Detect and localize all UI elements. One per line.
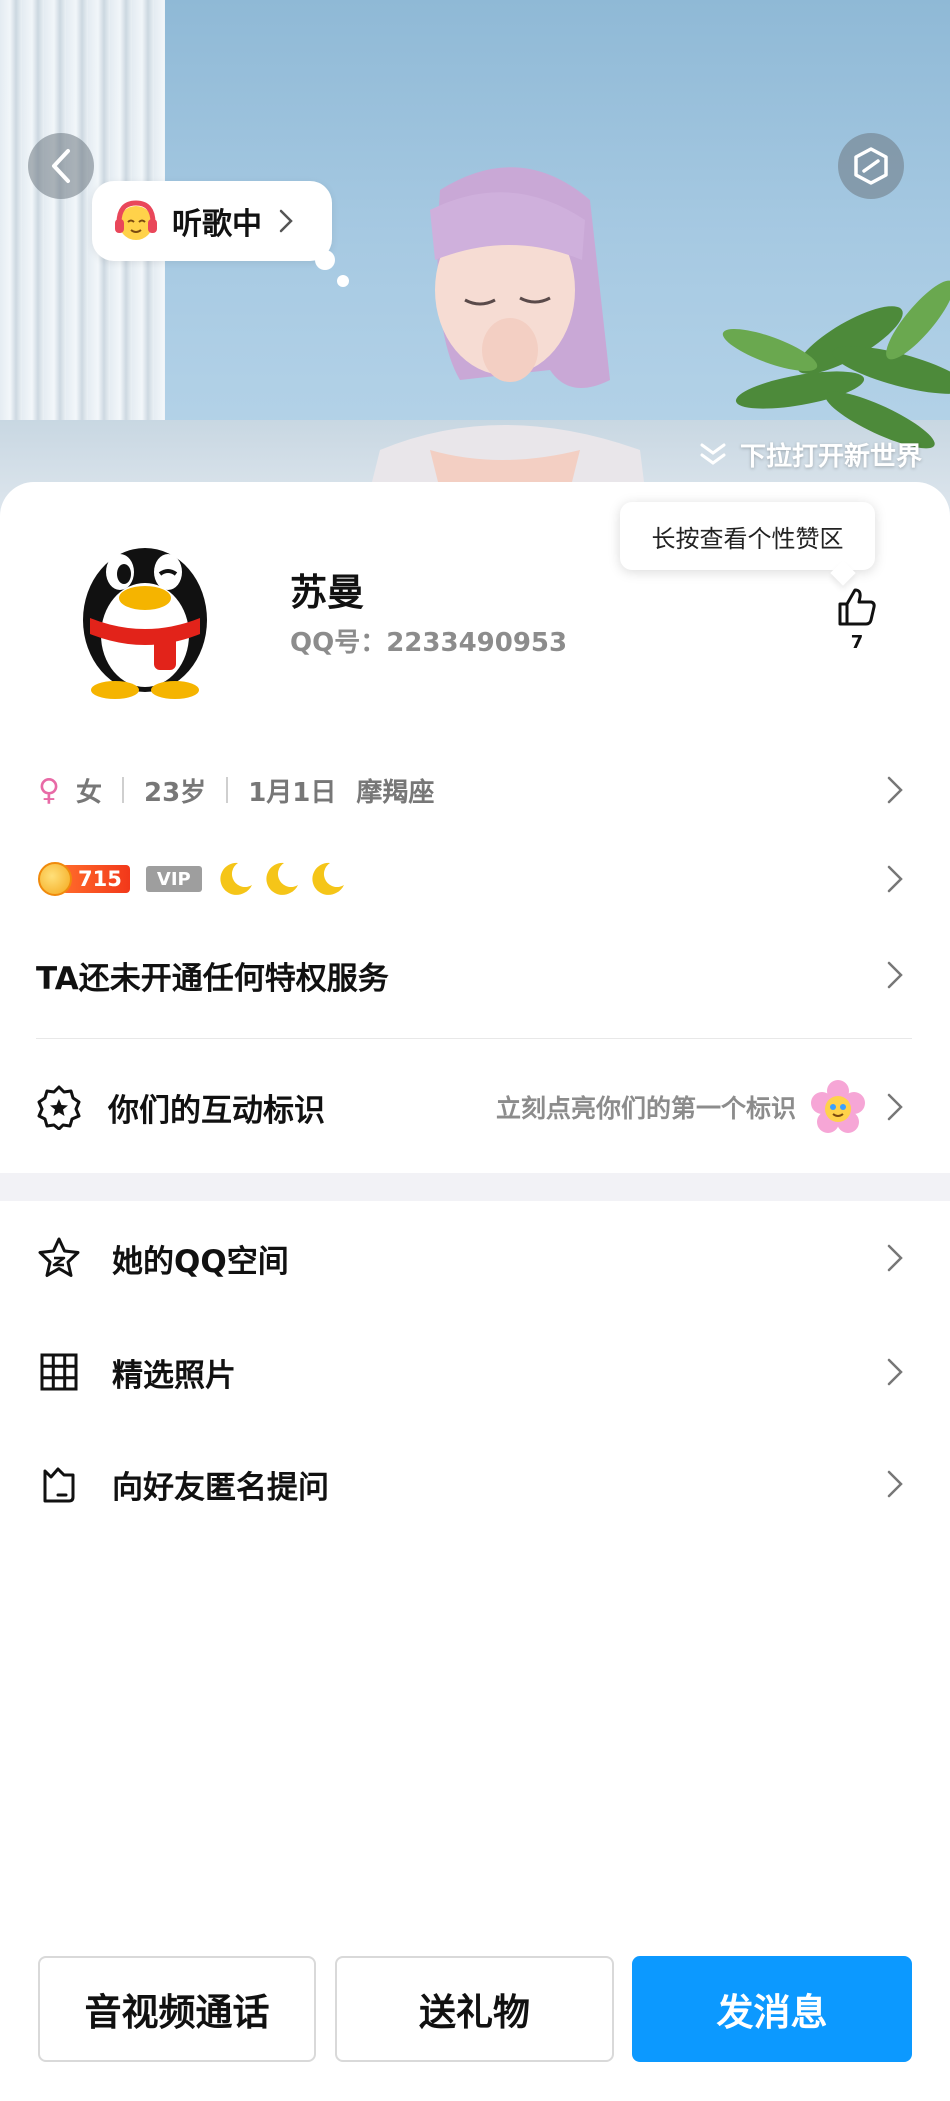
section-gap [0,1173,950,1201]
cube-icon [854,147,888,185]
profile-card [0,482,950,2101]
chevron-right-icon [887,961,903,989]
birthday-text: 1月1日 [248,777,337,808]
chevron-right-icon [887,1244,903,1272]
interaction-label: 你们的互动标识 [108,1092,325,1129]
back-button[interactable] [28,133,94,199]
status-text: 听歌中 [172,207,262,242]
qq-level-badge: 715 [38,862,130,896]
menu-item-photos[interactable]: 精选照片 [0,1344,950,1400]
double-chevron-down-icon [700,443,726,465]
age-text: 23岁 [144,777,207,808]
moon-level-icons [216,859,348,899]
chevron-left-icon [52,149,70,183]
menu-item-anonymous-question[interactable]: 向好友匿名提问 [0,1456,950,1512]
avatar[interactable] [60,510,230,700]
star-icon [38,1237,80,1277]
grid-icon [40,1353,78,1391]
profile-page: 听歌中 下拉打开新世界 苏曼 QQ号：2233490953 长按查看个性赞区 7… [0,0,950,2101]
chevron-right-icon [887,865,903,893]
divider [122,777,124,803]
zodiac-text: 摩羯座 [356,777,435,808]
avatar-character-illustration [362,167,649,520]
send-gift-button[interactable]: 送礼物 [335,1956,614,2062]
interaction-mark-row[interactable]: 你们的互动标识 立刻点亮你们的第一个标识 [0,1080,950,1134]
cat-box-icon [43,1467,75,1503]
listening-emoji-icon [115,200,157,240]
like-button[interactable]: 7 [832,586,882,653]
send-message-button[interactable]: 发消息 [632,1956,912,2062]
level-number: 715 [64,865,130,893]
gender-female-icon: ♀ [38,772,60,808]
moon-icon [220,862,252,895]
moon-icon [312,862,344,895]
chevron-right-icon [887,1470,903,1498]
badge-star-icon [37,1085,81,1130]
like-tooltip: 长按查看个性赞区 [620,502,875,570]
world-cube-button[interactable] [838,133,904,199]
privilege-row[interactable]: TA还未开通任何特权服务 [0,950,950,1000]
pull-hint-text: 下拉打开新世界 [739,442,922,472]
pull-down-hint[interactable]: 下拉打开新世界 [696,436,922,473]
menu-label: 精选照片 [112,1357,236,1394]
chevron-right-icon [887,776,903,804]
nickname: 苏曼 [290,571,364,614]
menu-label: 她的QQ空间 [112,1243,289,1280]
bubble-tail-dot [337,275,349,287]
privilege-text: TA还未开通任何特权服务 [36,960,389,997]
status-bubble[interactable]: 听歌中 [92,181,332,261]
thumbs-up-icon [838,588,876,626]
moon-icon [266,862,298,895]
flower-sticker-icon [811,1080,865,1133]
interaction-subtitle: 立刻点亮你们的第一个标识 [495,1094,796,1123]
badge-row[interactable]: 715 VIP [0,857,950,901]
menu-item-qzone[interactable]: 她的QQ空间 [0,1230,950,1286]
divider [36,1038,912,1039]
chevron-right-icon [887,1093,903,1121]
like-count: 7 [850,632,864,653]
divider [226,777,229,803]
hero-banner[interactable]: 听歌中 下拉打开新世界 [0,0,950,520]
video-call-button[interactable]: 音视频通话 [38,1956,316,2062]
qq-number[interactable]: QQ号：2233490953 [290,622,567,659]
gender-text: 女 [75,777,102,808]
vip-badge: VIP [145,866,202,892]
coin-icon [38,862,72,896]
chevron-right-icon [887,1358,903,1386]
bubble-tail-dot [315,250,335,270]
basic-info-row[interactable]: ♀ 女 23岁 1月1日 摩羯座 [0,770,950,810]
chevron-right-icon [279,209,293,233]
menu-label: 向好友匿名提问 [112,1469,329,1506]
